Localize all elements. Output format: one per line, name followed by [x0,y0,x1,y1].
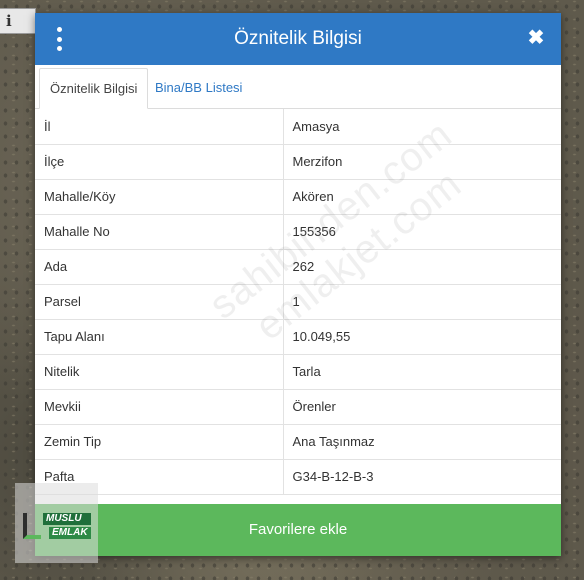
table-row: Mahalle No 155356 [35,214,561,250]
attr-key: İl [35,109,284,145]
agency-logo: MUSLU EMLAK [15,483,98,563]
dialog-title: Öznitelik Bilgisi [234,28,362,49]
dialog-tabs: Öznitelik Bilgisi Bina/BB Listesi [35,65,561,109]
attr-value: 1 [283,284,561,320]
attr-value: 262 [283,249,561,285]
attr-key: Mahalle/Köy [35,179,284,215]
tab-attribute-info[interactable]: Öznitelik Bilgisi [39,68,149,109]
attribute-dialog: Öznitelik Bilgisi ✖ Öznitelik Bilgisi Bi… [35,13,561,556]
table-row: Pafta G34-B-12-B-3 [35,459,561,495]
table-row: Parsel 1 [35,284,561,320]
attr-value: Örenler [283,389,561,425]
attr-value: 155356 [283,214,561,250]
attr-key: Ada [35,249,284,285]
info-tool-button[interactable]: i [0,8,36,34]
attr-value: Tarla [283,354,561,390]
logo-line-2: EMLAK [49,527,91,539]
logo-line-1: MUSLU [43,513,91,525]
attr-key: Tapu Alanı [35,319,284,355]
attr-key: Mahalle No [35,214,284,250]
attribute-table: İl Amasya İlçe Merzifon Mahalle/Köy Akören … [35,109,561,495]
attr-value: Merzifon [283,144,561,180]
attr-value: Akören [283,179,561,215]
logo-building-icon [23,513,41,539]
close-icon[interactable]: ✖ [525,27,547,49]
table-row: Mevkii Örenler [35,389,561,425]
attr-key: Zemin Tip [35,424,284,460]
attr-value: Amasya [283,109,561,145]
add-to-favorites-button[interactable]: Favorilere ekle [35,504,561,556]
attr-key: Nitelik [35,354,284,390]
table-row: Nitelik Tarla [35,354,561,390]
attr-key: Mevkii [35,389,284,425]
attr-value: Ana Taşınmaz [283,424,561,460]
attr-value: G34-B-12-B-3 [283,459,561,495]
tab-building-list[interactable]: Bina/BB Listesi [145,68,252,108]
table-row: Ada 262 [35,249,561,285]
attr-key: Parsel [35,284,284,320]
dialog-header: Öznitelik Bilgisi ✖ [35,13,561,65]
table-row: İlçe Merzifon [35,144,561,180]
table-row: Mahalle/Köy Akören [35,179,561,215]
table-row: İl Amasya [35,109,561,145]
table-row: Zemin Tip Ana Taşınmaz [35,424,561,460]
attr-key: İlçe [35,144,284,180]
logo-text: MUSLU EMLAK [43,513,91,541]
table-row: Tapu Alanı 10.049,55 [35,319,561,355]
attr-value: 10.049,55 [283,319,561,355]
